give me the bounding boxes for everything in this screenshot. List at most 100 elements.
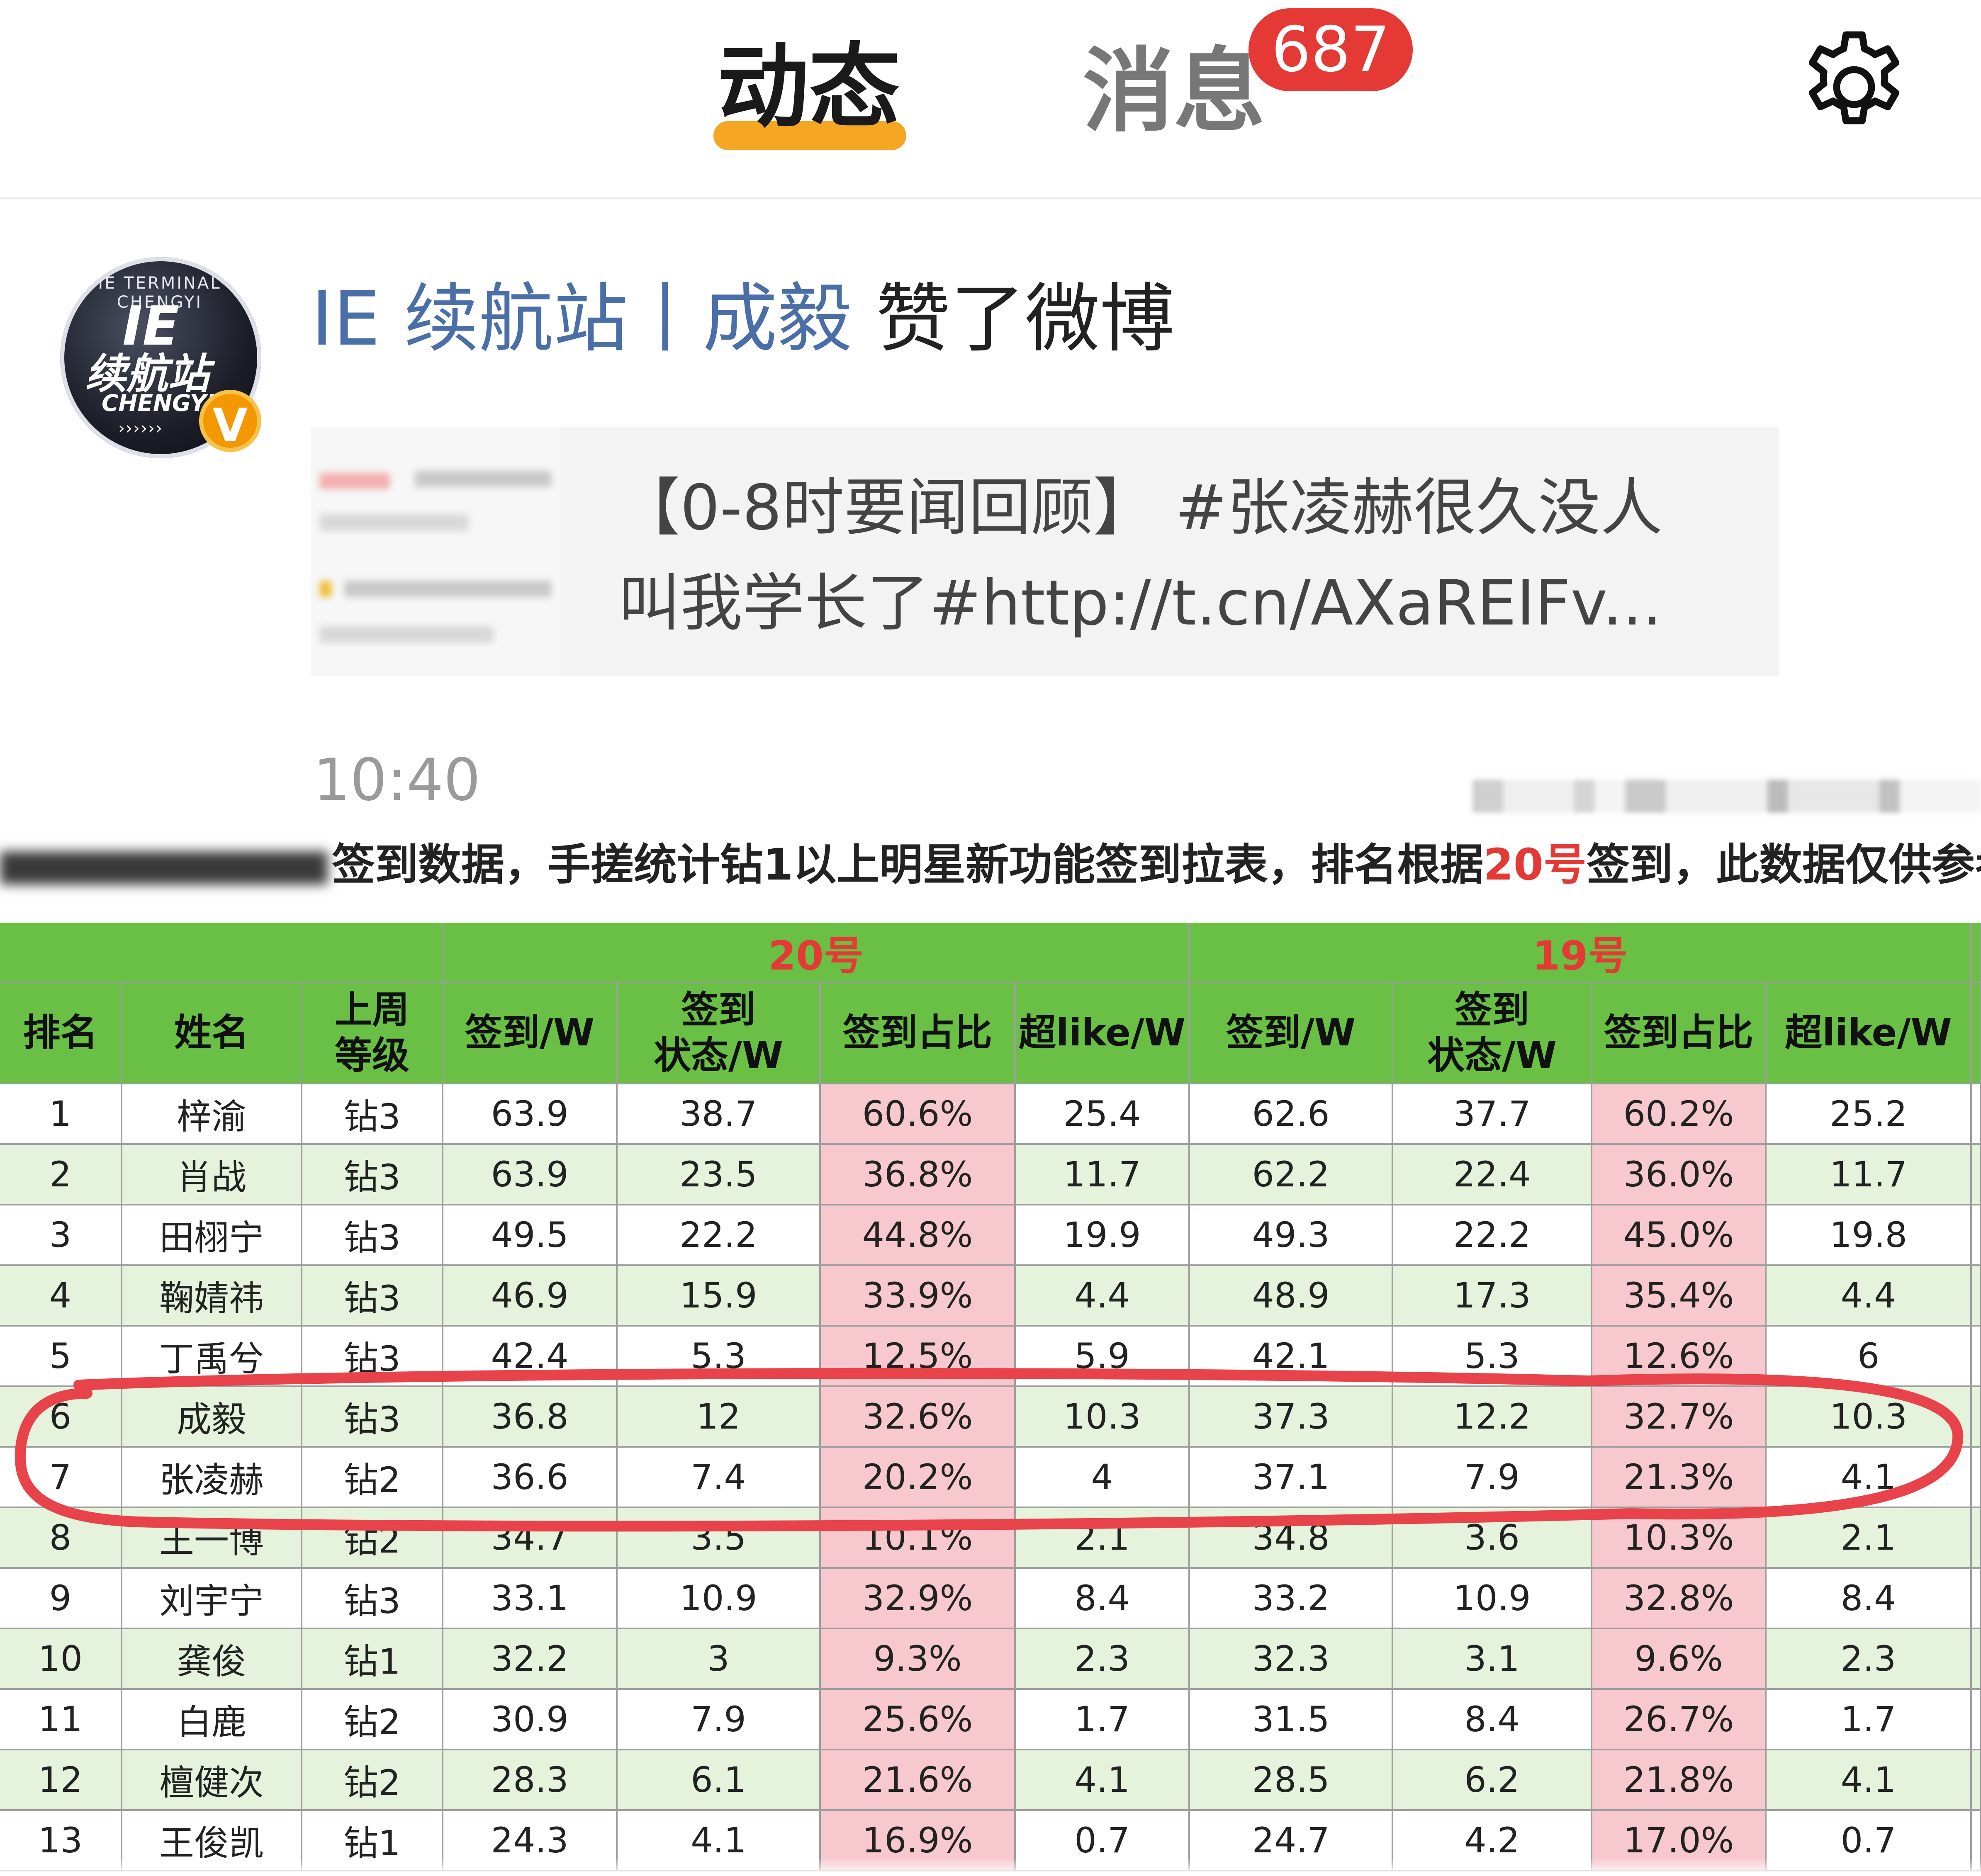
col-header-ratio-20: 签到占比 bbox=[820, 982, 1016, 1084]
d19-cell-3: 4.1 bbox=[1766, 1447, 1972, 1508]
d19-cell-2: 60.2% bbox=[1592, 1084, 1767, 1145]
d20-cell-1: 12 bbox=[617, 1386, 821, 1448]
d19-cell-2: 21.8% bbox=[1592, 1750, 1767, 1811]
table-row: 3 田栩宁 钻3 49.5 22.2 44.8% 19.9 49.3 22.2 45.0% 19.8 bbox=[0, 1205, 1981, 1266]
d20-cell-3: 5.9 bbox=[1015, 1326, 1190, 1387]
name-cell: 白鹿 bbox=[122, 1689, 302, 1750]
col-header-level: 上周 等级 bbox=[302, 982, 444, 1084]
d20-cell-2: 20.2% bbox=[820, 1447, 1016, 1508]
col-header-rank: 排名 bbox=[0, 982, 122, 1084]
d20-cell-1: 23.5 bbox=[617, 1144, 821, 1205]
d19-cell-2: 26.7% bbox=[1592, 1689, 1767, 1750]
d19-cell-1: 6.2 bbox=[1392, 1750, 1593, 1811]
quoted-text: 【0-8时要闻回顾】 #张凌赫很久没人 叫我学长了#http://t.cn/AX… bbox=[618, 460, 1771, 651]
rank-cell: 11 bbox=[0, 1689, 122, 1750]
d19-cell-2: 21.3% bbox=[1592, 1447, 1767, 1508]
d20-cell-0: 49.5 bbox=[443, 1205, 618, 1266]
d19-cell-1: 3.1 bbox=[1392, 1628, 1593, 1690]
col-header-status-20-l1: 签到 bbox=[681, 988, 756, 1032]
row-edge-cell bbox=[1971, 1750, 1981, 1811]
d20-cell-1: 3.5 bbox=[617, 1507, 821, 1569]
quoted-weibo-card[interactable]: 【0-8时要闻回顾】 #张凌赫很久没人 叫我学长了#http://t.cn/AX… bbox=[311, 427, 1779, 676]
d20-cell-2: 33.9% bbox=[820, 1265, 1016, 1327]
d19-cell-0: 31.5 bbox=[1189, 1689, 1394, 1750]
row-edge-cell bbox=[1971, 1628, 1981, 1690]
gear-icon[interactable] bbox=[1796, 29, 1912, 145]
d19-cell-1: 7.9 bbox=[1392, 1447, 1593, 1508]
avatar-logo-line4: ›››››› bbox=[118, 419, 163, 438]
d20-cell-1: 7.9 bbox=[617, 1689, 821, 1750]
feed-user-link[interactable]: IE 续航站丨成毅 bbox=[311, 276, 852, 362]
level-cell: 钻3 bbox=[302, 1144, 444, 1205]
header-divider bbox=[0, 197, 1981, 199]
rank-cell: 3 bbox=[0, 1205, 122, 1266]
level-cell: 钻3 bbox=[302, 1084, 444, 1145]
d20-cell-0: 34.7 bbox=[443, 1507, 618, 1569]
d19-cell-1: 5.3 bbox=[1392, 1326, 1593, 1387]
quoted-text-line2: 叫我学长了#http://t.cn/AXaREIFv... bbox=[618, 567, 1662, 639]
level-cell: 钻3 bbox=[302, 1265, 444, 1327]
rank-cell: 8 bbox=[0, 1507, 122, 1569]
d19-cell-3: 10.3 bbox=[1766, 1386, 1972, 1448]
avatar-logo-line3: CHENGYI bbox=[102, 390, 215, 416]
row-edge-cell bbox=[1971, 1447, 1981, 1508]
caption-end: 签到，此数据仅供参考 bbox=[1587, 839, 1981, 890]
table-row: 6 成毅 钻3 36.8 12 32.6% 10.3 37.3 12.2 32.7% 10.3 bbox=[0, 1386, 1981, 1448]
tab-dynamic[interactable]: 动态 bbox=[718, 33, 900, 141]
d20-cell-0: 63.9 bbox=[443, 1144, 618, 1205]
rank-cell: 6 bbox=[0, 1386, 122, 1448]
d20-cell-1: 6.1 bbox=[617, 1750, 821, 1811]
col-header-status-19-l1: 签到 bbox=[1455, 988, 1530, 1032]
rank-cell: 7 bbox=[0, 1447, 122, 1508]
group-header-blank bbox=[0, 923, 444, 983]
name-cell: 张凌赫 bbox=[122, 1447, 302, 1508]
tab-messages[interactable]: 消息 bbox=[1083, 37, 1265, 145]
d20-cell-3: 4 bbox=[1015, 1447, 1190, 1508]
d19-cell-2: 45.0% bbox=[1592, 1205, 1767, 1266]
d20-cell-3: 8.4 bbox=[1015, 1568, 1190, 1629]
table-row: 12 檀健次 钻2 28.3 6.1 21.6% 4.1 28.5 6.2 21.8% 4.1 bbox=[0, 1750, 1981, 1811]
col-header-level-l2: 等级 bbox=[335, 1034, 410, 1077]
col-header-status-20: 签到 状态/W bbox=[617, 982, 821, 1084]
row-edge-cell bbox=[1971, 1084, 1981, 1145]
name-cell: 丁禹兮 bbox=[122, 1326, 302, 1387]
d19-cell-2: 36.0% bbox=[1592, 1144, 1767, 1205]
name-cell: 成毅 bbox=[122, 1386, 302, 1448]
name-cell: 梓渝 bbox=[122, 1084, 302, 1145]
d20-cell-2: 21.6% bbox=[820, 1750, 1016, 1811]
d19-cell-0: 42.1 bbox=[1189, 1326, 1394, 1387]
level-cell: 钻3 bbox=[302, 1326, 444, 1387]
d19-cell-2: 10.3% bbox=[1592, 1507, 1767, 1569]
col-header-superlike-19: 超like/W bbox=[1766, 982, 1972, 1084]
caption-blurred-prefix bbox=[0, 851, 328, 885]
blurred-username bbox=[1472, 780, 1981, 813]
d19-cell-1: 17.3 bbox=[1392, 1265, 1593, 1327]
name-cell: 龚俊 bbox=[122, 1628, 302, 1690]
d20-cell-2: 25.6% bbox=[820, 1689, 1016, 1750]
d20-cell-0: 36.8 bbox=[443, 1386, 618, 1448]
d20-cell-3: 2.3 bbox=[1015, 1628, 1190, 1690]
row-edge-cell bbox=[1971, 1568, 1981, 1629]
message-count-badge: 687 bbox=[1248, 8, 1413, 91]
group-header-19: 19号 bbox=[1189, 923, 1972, 983]
col-header-status-19-l2: 状态/W bbox=[1427, 1034, 1557, 1077]
col-header-level-l1: 上周 bbox=[335, 988, 410, 1032]
d20-cell-1: 7.4 bbox=[617, 1447, 821, 1508]
table-column-header-row: 排名 姓名 上周 等级 签到/W 签到 状态/W 签到占比 超like/W 签到/W… bbox=[0, 982, 1981, 1084]
post-timestamp: 10:40 bbox=[313, 746, 481, 814]
d19-cell-3: 1.7 bbox=[1766, 1689, 1972, 1750]
d20-cell-2: 12.5% bbox=[820, 1326, 1016, 1387]
name-cell: 鞠婧祎 bbox=[122, 1265, 302, 1327]
d20-cell-0: 33.1 bbox=[443, 1568, 618, 1629]
d19-cell-1: 8.4 bbox=[1392, 1689, 1593, 1750]
col-header-checkin-19: 签到/W bbox=[1189, 982, 1394, 1084]
d20-cell-1: 38.7 bbox=[617, 1084, 821, 1145]
d19-cell-0: 49.3 bbox=[1189, 1205, 1394, 1266]
d20-cell-1: 5.3 bbox=[617, 1326, 821, 1387]
quoted-text-line1: 【0-8时要闻回顾】 #张凌赫很久没人 bbox=[618, 472, 1663, 544]
table-row: 4 鞠婧祎 钻3 46.9 15.9 33.9% 4.4 48.9 17.3 35.4% 4.4 bbox=[0, 1265, 1981, 1327]
d19-cell-1: 22.2 bbox=[1392, 1205, 1593, 1266]
d20-cell-2: 10.1% bbox=[820, 1507, 1016, 1569]
d20-cell-3: 25.4 bbox=[1015, 1084, 1190, 1145]
d19-cell-2: 9.6% bbox=[1592, 1628, 1767, 1690]
